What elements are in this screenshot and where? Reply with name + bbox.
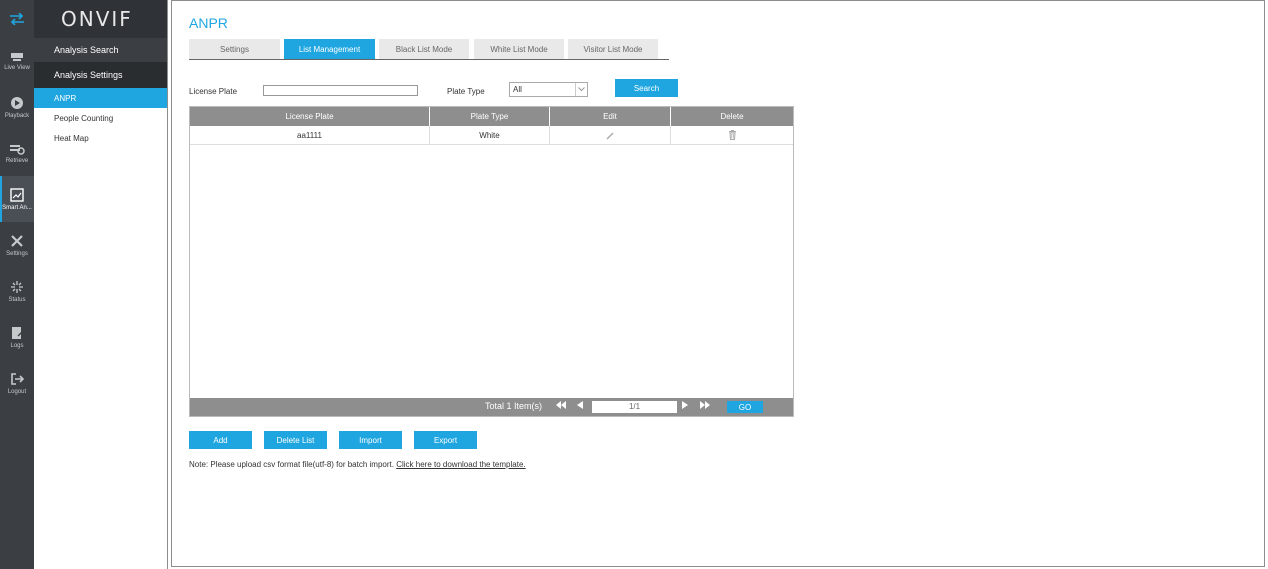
- plate-type-label: Plate Type: [447, 87, 485, 96]
- nav-settings[interactable]: Settings: [0, 222, 34, 268]
- nav-toggle-button[interactable]: [0, 0, 34, 38]
- nav-status-label: Status: [8, 296, 26, 303]
- nav-live-view-label: Live View: [4, 64, 30, 71]
- license-plate-input[interactable]: [263, 85, 418, 96]
- plate-type-select[interactable]: All: [509, 82, 588, 97]
- nav-playback[interactable]: Playback: [0, 84, 34, 130]
- search-button[interactable]: Search: [615, 79, 678, 97]
- delete-list-button[interactable]: Delete List: [264, 431, 327, 449]
- nav-logs[interactable]: Logs: [0, 314, 34, 360]
- menu-item-people-counting[interactable]: People Counting: [34, 108, 167, 128]
- nav-logs-label: Logs: [10, 342, 24, 349]
- column-header-license-plate[interactable]: License Plate: [190, 107, 430, 126]
- table-header: License Plate Plate Type Edit Delete: [190, 107, 793, 126]
- edit-pencil-icon[interactable]: [606, 131, 615, 140]
- cell-license-plate: aa1111: [190, 126, 430, 144]
- total-items-text: Total 1 Item(s): [485, 401, 543, 411]
- tab-bar: Settings List Management Black List Mode…: [189, 39, 669, 60]
- license-plate-label: License Plate: [189, 87, 238, 96]
- delete-cell: [671, 126, 793, 144]
- cell-plate-type: White: [430, 126, 550, 144]
- right-arrow-icon: [682, 401, 688, 409]
- import-note: Note: Please upload csv format file(utf-…: [189, 460, 526, 469]
- double-right-arrow-icon: [700, 401, 710, 409]
- import-note-text: Note: Please upload csv format file(utf-…: [189, 460, 397, 469]
- trash-icon[interactable]: [728, 130, 737, 140]
- previous-page-button[interactable]: [577, 401, 583, 411]
- page-number-input[interactable]: 1/1: [592, 401, 677, 413]
- page-title: ANPR: [189, 15, 228, 31]
- export-button[interactable]: Export: [414, 431, 477, 449]
- tab-settings[interactable]: Settings: [189, 39, 280, 59]
- nav-retrieve[interactable]: Retrieve: [0, 130, 34, 176]
- nav-smart-analysis[interactable]: Smart An...: [0, 176, 34, 222]
- logs-icon: [12, 326, 23, 339]
- first-page-button[interactable]: [556, 401, 566, 411]
- go-button[interactable]: GO: [727, 401, 763, 413]
- nav-smart-analysis-label: Smart An...: [2, 204, 32, 211]
- left-arrow-icon: [577, 401, 583, 409]
- main-content: ANPR Settings List Management Black List…: [171, 0, 1265, 567]
- tab-black-list-mode[interactable]: Black List Mode: [379, 39, 469, 59]
- import-button[interactable]: Import: [339, 431, 402, 449]
- menu-item-anpr[interactable]: ANPR: [34, 88, 167, 108]
- column-header-edit: Edit: [550, 107, 671, 126]
- onvif-logo: ONVIF: [34, 0, 167, 38]
- nav-retrieve-label: Retrieve: [5, 157, 29, 164]
- playback-icon: [11, 96, 23, 109]
- swap-arrows-icon: [10, 13, 24, 25]
- onvif-logo-mark: ONVIF: [61, 8, 133, 30]
- tab-list-management[interactable]: List Management: [284, 39, 375, 59]
- nav-live-view[interactable]: Live View: [0, 38, 34, 84]
- last-page-button[interactable]: [700, 401, 710, 411]
- monitor-icon: [11, 52, 23, 61]
- tab-white-list-mode[interactable]: White List Mode: [474, 39, 564, 59]
- menu-analysis-settings[interactable]: Analysis Settings: [34, 63, 167, 88]
- status-icon: [11, 280, 23, 293]
- chevron-down-icon: [575, 83, 587, 96]
- logout-icon: [11, 372, 24, 385]
- nav-settings-label: Settings: [6, 250, 28, 257]
- next-page-button[interactable]: [682, 401, 688, 411]
- logo-text: ONVIF: [61, 8, 133, 30]
- sub-menu: ONVIF Analysis Search Analysis Settings …: [34, 0, 168, 569]
- double-left-arrow-icon: [556, 401, 566, 409]
- menu-item-heat-map[interactable]: Heat Map: [34, 128, 167, 148]
- nav-logout[interactable]: Logout: [0, 360, 34, 406]
- column-header-delete: Delete: [720, 112, 744, 121]
- tab-visitor-list-mode[interactable]: Visitor List Mode: [568, 39, 658, 59]
- pagination-bar: Total 1 Item(s) 1/1 GO: [190, 398, 793, 416]
- license-plate-table: License Plate Plate Type Edit Delete aa1…: [189, 106, 794, 417]
- nav-playback-label: Playback: [4, 112, 30, 119]
- nav-status[interactable]: Status: [0, 268, 34, 314]
- nav-logout-label: Logout: [7, 388, 27, 395]
- app-window: Live View Playback Retrieve Smart An... …: [0, 0, 1268, 569]
- plate-type-selected-value: All: [513, 85, 522, 94]
- smart-analysis-icon: [10, 187, 24, 202]
- menu-analysis-search[interactable]: Analysis Search: [34, 38, 167, 63]
- add-button[interactable]: Add: [189, 431, 252, 449]
- main-nav-rail: Live View Playback Retrieve Smart An... …: [0, 0, 34, 569]
- tools-icon: [11, 234, 23, 247]
- table-row[interactable]: aa1111 White: [190, 126, 793, 145]
- download-template-link[interactable]: Click here to download the template.: [396, 460, 525, 469]
- column-header-plate-type[interactable]: Plate Type: [430, 107, 550, 126]
- edit-cell: [550, 126, 671, 144]
- retrieve-icon: [10, 144, 25, 155]
